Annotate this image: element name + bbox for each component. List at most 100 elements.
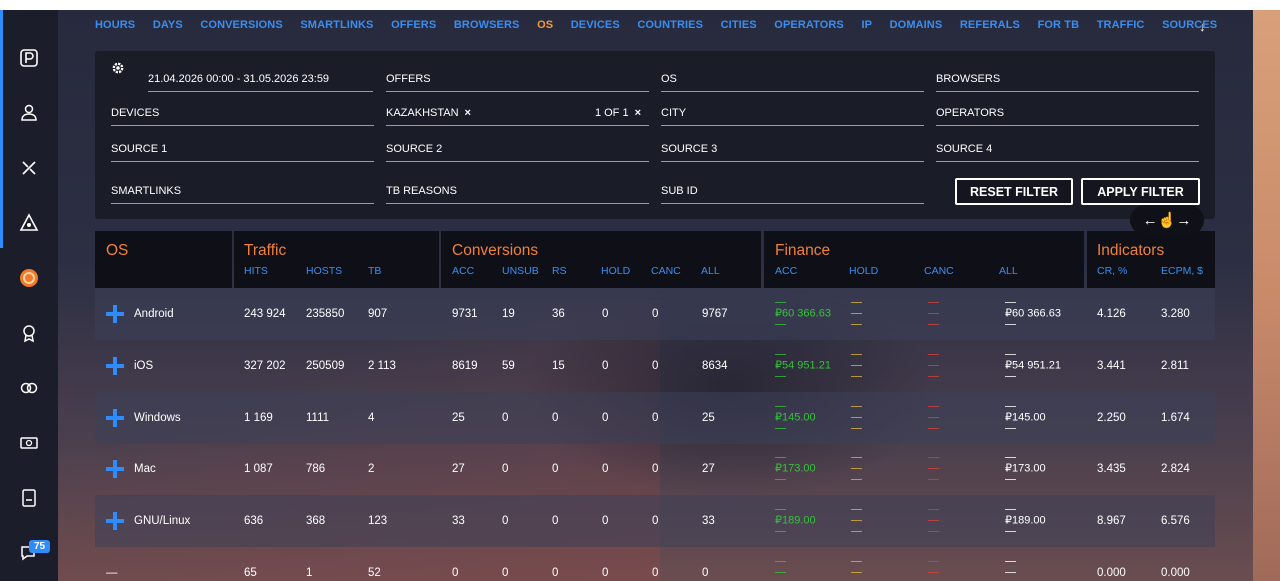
cell-all: 0 [702,567,709,579]
source1-label: SOURCE 1 [111,143,168,155]
gear-icon[interactable] [111,61,125,75]
cell-acc: 33 [452,515,465,527]
sidebar-item-documents[interactable] [0,478,58,518]
cell-hold: 0 [602,360,609,372]
countries-field[interactable]: KAZAKHSTAN × 1 OF 1 × [386,100,649,126]
tb-reasons-label: TB REASONS [386,185,457,197]
arrow-down-icon[interactable]: ↓ [1199,19,1206,34]
cell-ecpm: 1.674 [1161,412,1190,424]
cell-all: 9767 [702,308,728,320]
browsers-field[interactable]: BROWSERS [936,66,1199,92]
tab-hours[interactable]: HOURS [95,19,135,31]
os-field[interactable]: OS [661,66,924,92]
sub-id-field[interactable]: SUB ID [661,178,924,204]
col-hits[interactable]: HITS [244,265,268,277]
source2-field[interactable]: SOURCE 2 [386,136,649,162]
finance-cell: — ₽173.00— [775,452,816,486]
cell-hosts: 1111 [306,412,330,424]
source4-field[interactable]: SOURCE 4 [936,136,1199,162]
cell-canc: 0 [652,567,659,579]
sidebar-item-links[interactable] [0,368,58,408]
tab-for-tb[interactable]: FOR TB [1038,19,1080,31]
date-range-field[interactable]: 21.04.2026 00:00 - 31.05.2026 23:59 [148,66,373,92]
expand-plus-icon[interactable] [106,409,124,427]
tab-offers[interactable]: OFFERS [391,19,436,31]
table-row: iOS 327 202 250509 2 113 8619 59 15 0 0 8634 3.441… [95,340,1215,392]
reset-filter-button[interactable]: RESET FILTER [955,178,1073,205]
tab-sources[interactable]: SOURCES [1162,19,1217,31]
sidebar-item-chat[interactable] [0,533,58,573]
finance-dash: — [1005,422,1016,435]
tab-smartlinks[interactable]: SMARTLINKS [300,19,373,31]
expand-plus-icon[interactable] [106,357,124,375]
col-conv-rs[interactable]: RS [552,265,567,277]
tab-browsers[interactable]: BROWSERS [454,19,520,31]
sidebar: 75 [0,10,58,581]
col-conv-unsub[interactable]: UNSUB [502,265,539,277]
cell-hits: 327 202 [244,360,286,372]
col-conv-hold[interactable]: HOLD [601,265,630,277]
col-fin-all[interactable]: ALL [999,265,1018,277]
apply-filter-button[interactable]: APPLY FILTER [1081,178,1200,205]
money-icon [20,437,38,449]
sidebar-item-dashboard[interactable] [0,38,58,78]
sidebar-item-tools[interactable] [0,148,58,188]
cell-unsub: 0 [502,463,509,475]
tab-days[interactable]: DAYS [153,19,183,31]
col-cr[interactable]: CR, % [1097,265,1127,277]
cell-hold: 0 [602,515,609,527]
sidebar-item-payments[interactable] [0,423,58,463]
tab-conversions[interactable]: CONVERSIONS [200,19,282,31]
col-fin-hold[interactable]: HOLD [849,265,878,277]
os-name: Mac [134,463,156,475]
col-conv-acc[interactable]: ACC [452,265,474,277]
cell-rs: 0 [552,567,559,579]
tb-reasons-field[interactable]: TB REASONS [386,178,649,204]
col-conv-all[interactable]: ALL [701,265,720,277]
horizontal-scroll-icon[interactable]: ←☝→ [1130,205,1204,235]
city-field[interactable]: CITY [661,100,924,126]
cell-cr: 2.250 [1097,412,1126,424]
sidebar-item-awards[interactable] [0,313,58,353]
expand-plus-icon[interactable] [106,305,124,323]
cell-cr: 8.967 [1097,515,1126,527]
devices-field[interactable]: DEVICES [111,100,374,126]
remove-country-icon[interactable]: × [465,107,471,119]
sidebar-item-alerts[interactable] [0,203,58,243]
tab-ip[interactable]: IP [861,19,872,31]
finance-dash: — [775,473,786,486]
tab-operators[interactable]: OPERATORS [774,19,844,31]
cell-rs: 15 [552,360,565,372]
finance-dash: — [775,422,786,435]
sidebar-item-users[interactable] [0,93,58,133]
expand-plus-icon[interactable] [106,512,124,530]
source1-field[interactable]: SOURCE 1 [111,136,374,162]
col-hosts[interactable]: HOSTS [306,265,342,277]
source3-field[interactable]: SOURCE 3 [661,136,924,162]
tab-cities[interactable]: CITIES [721,19,757,31]
clear-countries-icon[interactable]: × [635,107,641,119]
operators-field[interactable]: OPERATORS [936,100,1199,126]
tab-traffic[interactable]: TRAFFIC [1097,19,1145,31]
tab-os[interactable]: OS [537,19,553,31]
cell-canc: 0 [652,515,659,527]
cell-rs: 0 [552,463,559,475]
col-conv-canc[interactable]: CANC [651,265,681,277]
tab-countries[interactable]: COUNTRIES [637,19,703,31]
expand-plus-icon[interactable] [106,460,124,478]
offers-field[interactable]: OFFERS [386,66,649,92]
cell-canc: 0 [652,412,659,424]
sidebar-item-target[interactable] [0,258,58,298]
col-fin-acc[interactable]: ACC [775,265,797,277]
tab-domains[interactable]: DOMAINS [890,19,943,31]
col-ecpm[interactable]: ECPM, $ [1161,265,1203,277]
header-indicators-title: Indicators [1097,242,1165,259]
tab-devices[interactable]: DEVICES [571,19,620,31]
tab-referals[interactable]: REFERALS [960,19,1020,31]
table-row: Windows 1 169 1111 4 25 0 0 0 0 25 2.250 1.674 — ₽145… [95,392,1215,444]
col-fin-canc[interactable]: CANC [924,265,954,277]
top-bar [0,0,1280,10]
smartlinks-field[interactable]: SMARTLINKS [111,178,374,204]
background-edge [1253,10,1280,581]
col-tb[interactable]: TB [368,265,381,277]
